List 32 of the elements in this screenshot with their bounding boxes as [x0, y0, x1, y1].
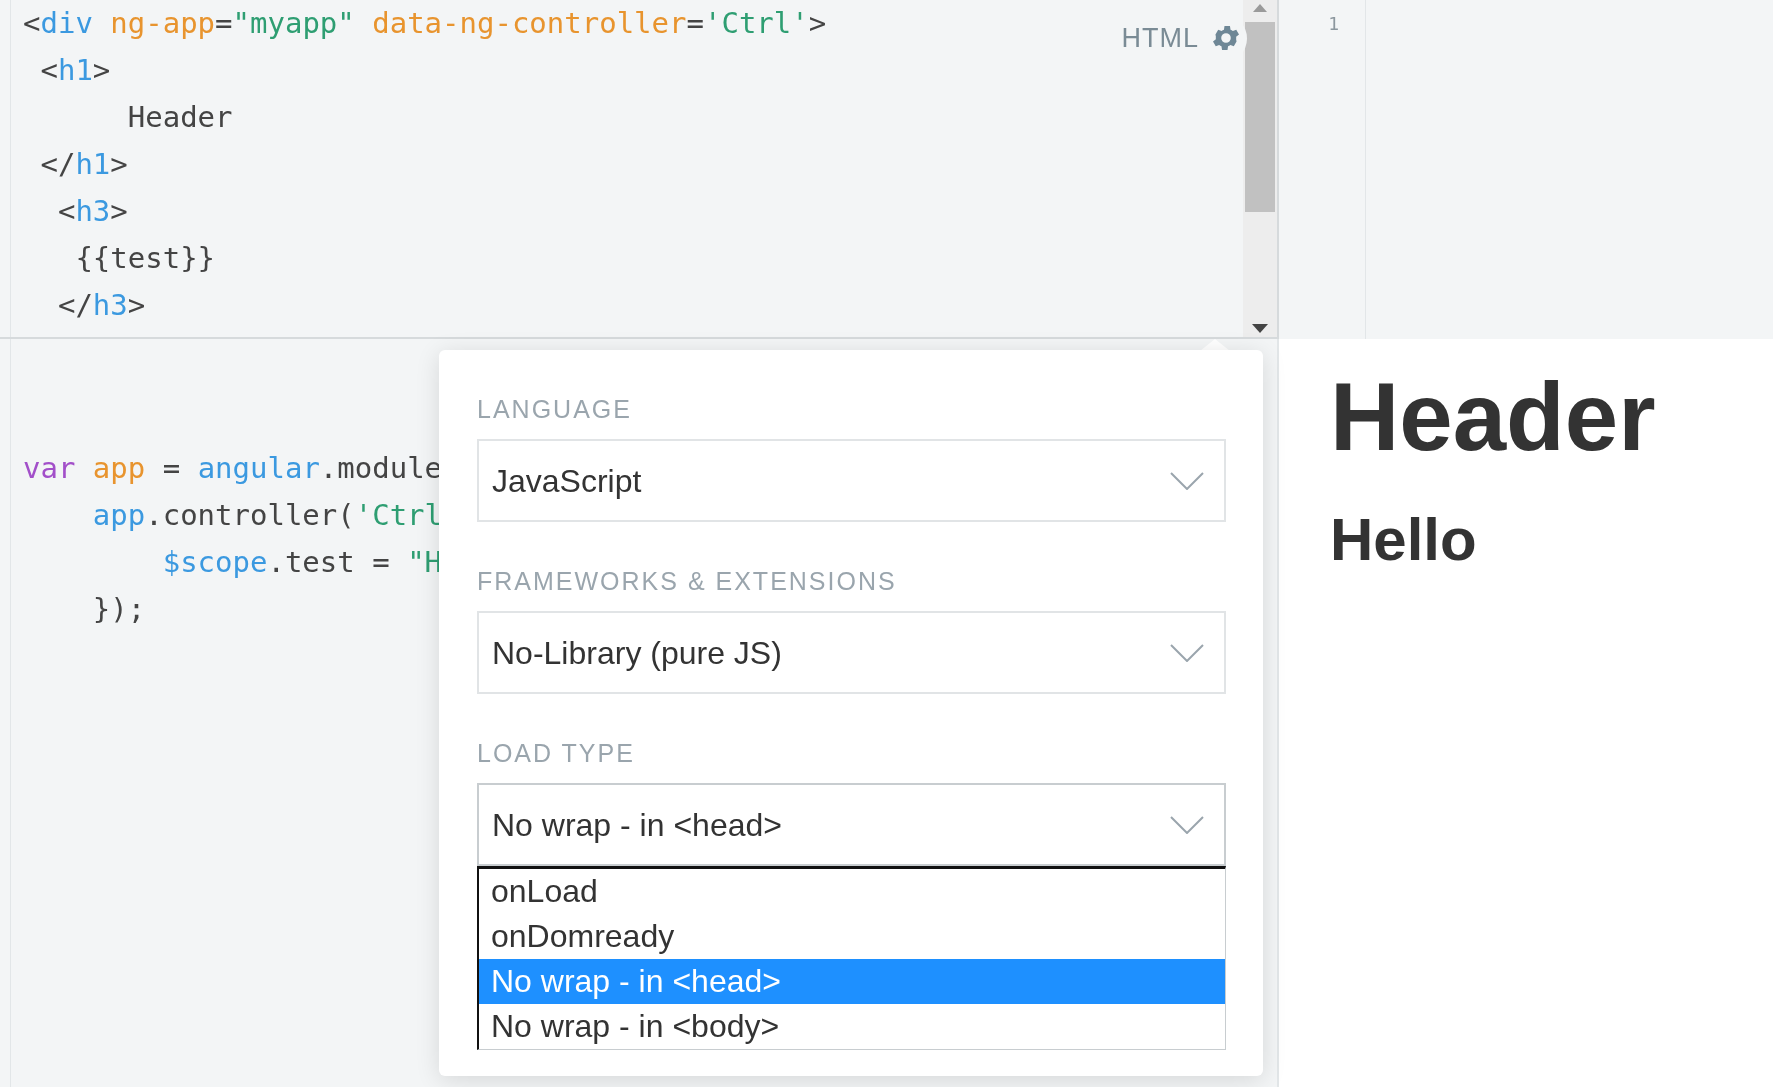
line-number: 1: [1328, 12, 1339, 36]
dropdown-option[interactable]: onDomready: [479, 914, 1225, 959]
select-field[interactable]: No-Library (pure JS): [477, 611, 1226, 694]
code-line: <h3>: [56, 193, 128, 230]
code-line: <div ng-app="myapp" data-ng-controller='Ctrl'>: [23, 5, 827, 42]
scroll-up-icon[interactable]: [1253, 4, 1267, 12]
section-label: FRAMEWORKS & EXTENSIONS: [477, 566, 897, 596]
chevron-down-icon: [1170, 643, 1204, 662]
result-heading: Header: [1330, 369, 1656, 465]
code-line: {{test}}: [74, 240, 216, 277]
chevron-down-icon: [1170, 815, 1204, 834]
code-line: Header: [126, 99, 233, 136]
scrollbar-thumb[interactable]: [1245, 22, 1275, 212]
html-editor[interactable]: <div ng-app="myapp" data-ng-controller='Ctrl'> <h1> Header </h1> <h3> {{test}} </h3> HTML: [0, 0, 1279, 339]
scroll-down-icon[interactable]: [1252, 324, 1268, 333]
code-line: var app = angular.module: [23, 450, 443, 487]
code-line: <h1>: [39, 52, 111, 89]
scrollbar[interactable]: [1243, 0, 1277, 337]
code-line: </h3>: [56, 287, 146, 324]
code-line: app.controller('Ctrl: [91, 497, 443, 534]
code-line: });: [91, 591, 146, 628]
code-line: </h1>: [39, 146, 128, 183]
section-label: LANGUAGE: [477, 394, 632, 424]
dropdown-option[interactable]: onLoad: [479, 869, 1225, 914]
dropdown-option[interactable]: No wrap - in <body>: [479, 1004, 1225, 1049]
settings-icon[interactable]: [1213, 25, 1239, 52]
language-label: HTML: [1121, 22, 1199, 55]
select-field[interactable]: JavaScript: [477, 439, 1226, 522]
section-label: LOAD TYPE: [477, 738, 635, 768]
select-field[interactable]: No wrap - in <head>: [477, 783, 1226, 866]
chevron-down-icon: [1170, 471, 1204, 490]
result-subheading: Hello: [1330, 510, 1477, 570]
